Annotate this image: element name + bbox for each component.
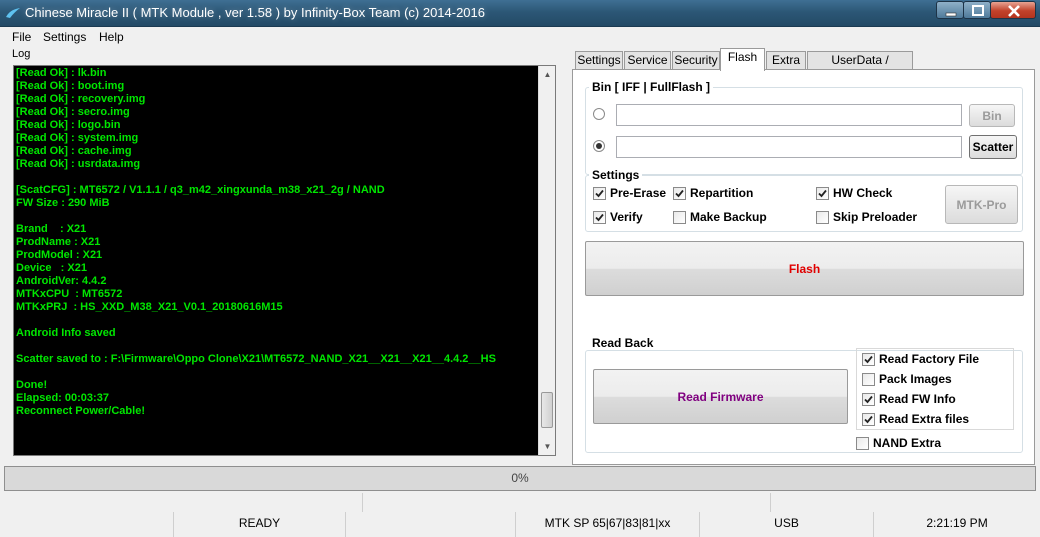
flash-tab-panel: Bin [ IFF | FullFlash ] Bin Scatter Sett… — [572, 69, 1035, 465]
status-sp: MTK SP 65|67|83|81|xx — [516, 512, 700, 537]
status-cell — [363, 493, 771, 512]
bin-path-input[interactable] — [616, 104, 962, 126]
tab-service[interactable]: Service — [624, 51, 671, 69]
status-cell — [0, 493, 363, 512]
checkbox-icon — [593, 186, 606, 200]
hw-check-checkbox[interactable]: HW Check — [816, 186, 892, 200]
checkbox-icon — [862, 392, 875, 406]
close-icon — [1008, 5, 1020, 17]
read-extra-files-checkbox[interactable]: Read Extra files — [862, 412, 969, 426]
tab-settings[interactable]: Settings — [575, 51, 623, 69]
make-backup-checkbox[interactable]: Make Backup — [673, 210, 767, 224]
checkbox-icon — [593, 210, 606, 224]
title-bar: Chinese Miracle II ( MTK Module , ver 1.… — [0, 0, 1040, 27]
close-button[interactable] — [990, 1, 1036, 19]
status-ready: READY — [174, 512, 346, 537]
skip-preloader-checkbox[interactable]: Skip Preloader — [816, 210, 917, 224]
status-cell — [346, 512, 516, 537]
tab-userdata-forensic[interactable]: UserData / Forensic — [807, 51, 913, 83]
status-bar: READY MTK SP 65|67|83|81|xx USB 2:21:19 … — [0, 512, 1040, 537]
read-firmware-button[interactable]: Read Firmware — [593, 369, 848, 424]
status-cell — [0, 512, 174, 537]
pre-erase-label: Pre-Erase — [610, 186, 667, 200]
checkbox-icon — [856, 436, 869, 450]
hw-check-label: HW Check — [833, 186, 893, 200]
log-label: Log — [12, 48, 31, 60]
scatter-radio[interactable] — [593, 140, 605, 152]
read-extra-files-label: Read Extra files — [879, 412, 970, 426]
menu-settings[interactable]: Settings — [43, 30, 86, 44]
status-port: USB — [700, 512, 874, 537]
bin-radio[interactable] — [593, 108, 605, 120]
window-title: Chinese Miracle II ( MTK Module , ver 1.… — [25, 5, 486, 20]
repartition-label: Repartition — [690, 186, 754, 200]
read-factory-file-checkbox[interactable]: Read Factory File — [862, 352, 979, 366]
repartition-checkbox[interactable]: Repartition — [673, 186, 753, 200]
flash-button[interactable]: Flash — [585, 241, 1024, 296]
scroll-up-icon[interactable]: ▲ — [539, 66, 555, 83]
menu-file[interactable]: File — [12, 30, 31, 44]
bin-group-title: Bin [ IFF | FullFlash ] — [589, 80, 714, 94]
read-back-title: Read Back — [589, 336, 657, 350]
minimize-icon — [945, 12, 957, 17]
verify-label: Verify — [610, 210, 643, 224]
settings-group-title: Settings — [589, 168, 643, 182]
pre-erase-checkbox[interactable]: Pre-Erase — [593, 186, 666, 200]
checkbox-icon — [673, 186, 686, 200]
minimize-button[interactable] — [936, 1, 964, 19]
menu-bar: File Settings Help — [0, 27, 1040, 47]
read-factory-file-label: Read Factory File — [879, 352, 980, 366]
pack-images-checkbox[interactable]: Pack Images — [862, 372, 952, 386]
maximize-button[interactable] — [963, 1, 991, 19]
checkbox-icon — [862, 412, 875, 426]
scatter-button[interactable]: Scatter — [969, 135, 1017, 159]
tab-security[interactable]: Security — [672, 51, 720, 69]
tab-flash[interactable]: Flash — [720, 48, 765, 71]
checkbox-icon — [862, 372, 875, 386]
read-fw-info-checkbox[interactable]: Read FW Info — [862, 392, 956, 406]
progress-label: 0% — [511, 471, 529, 485]
checkbox-icon — [673, 210, 686, 224]
scroll-down-icon[interactable]: ▼ — [539, 438, 555, 455]
scroll-thumb[interactable] — [541, 392, 553, 428]
verify-checkbox[interactable]: Verify — [593, 210, 643, 224]
pack-images-label: Pack Images — [879, 372, 952, 386]
log-scrollbar[interactable]: ▲ ▼ — [538, 66, 555, 455]
maximize-icon — [972, 5, 984, 16]
nand-extra-label: NAND Extra — [873, 436, 942, 450]
skip-preloader-label: Skip Preloader — [833, 210, 918, 224]
menu-help[interactable]: Help — [99, 30, 124, 44]
nand-extra-checkbox[interactable]: NAND Extra — [856, 436, 941, 450]
progress-bar: 0% — [4, 466, 1036, 491]
mtk-pro-button[interactable]: MTK-Pro — [945, 185, 1018, 224]
status-row-upper — [0, 493, 1040, 512]
scatter-path-input[interactable] — [616, 136, 962, 158]
status-time: 2:21:19 PM — [926, 516, 988, 530]
log-text: [Read Ok] : lk.bin [Read Ok] : boot.img … — [16, 67, 496, 417]
log-console[interactable]: [Read Ok] : lk.bin [Read Ok] : boot.img … — [13, 65, 556, 456]
checkbox-icon — [816, 186, 829, 200]
app-logo-icon — [6, 8, 20, 18]
bin-button[interactable]: Bin — [969, 104, 1015, 127]
bin-group — [585, 87, 1023, 175]
checkbox-icon — [862, 352, 875, 366]
checkbox-icon — [816, 210, 829, 224]
read-fw-info-label: Read FW Info — [879, 392, 956, 406]
make-backup-label: Make Backup — [690, 210, 767, 224]
tab-extra[interactable]: Extra — [766, 51, 806, 69]
